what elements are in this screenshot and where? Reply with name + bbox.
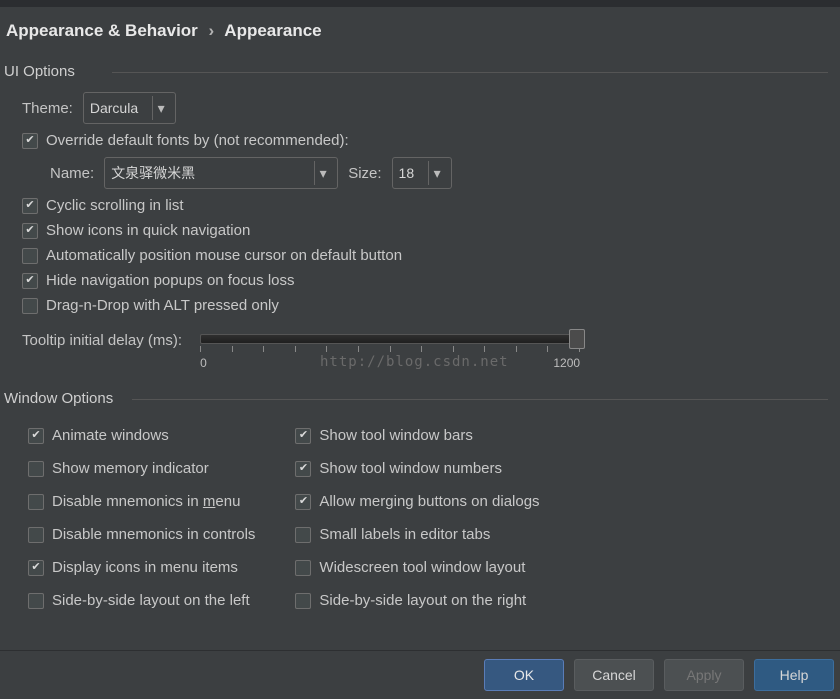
widescreen-layout-checkbox[interactable]: Widescreen tool window layout (295, 559, 539, 576)
side-by-side-right-checkbox[interactable]: Side-by-side layout on the right (295, 592, 539, 609)
cyclic-scrolling-checkbox[interactable]: Cyclic scrolling in list (22, 197, 838, 214)
animate-windows-checkbox[interactable]: Animate windows (28, 427, 255, 444)
breadcrumb-parent: Appearance & Behavior (6, 21, 198, 40)
slider-max: 1200 (553, 356, 580, 370)
checkbox-icon (22, 133, 38, 149)
font-name-select[interactable]: 文泉驿微米黑 ▾ (104, 157, 338, 189)
checkbox-icon (295, 428, 311, 444)
checkbox-icon (28, 593, 44, 609)
checkbox-icon (22, 273, 38, 289)
small-labels-editor-tabs-checkbox[interactable]: Small labels in editor tabs (295, 526, 539, 543)
dialog-footer: OK Cancel Apply Help (0, 650, 840, 699)
hide-nav-popups-label: Hide navigation popups on focus loss (46, 272, 295, 289)
show-memory-indicator-checkbox[interactable]: Show memory indicator (28, 460, 255, 477)
ok-button[interactable]: OK (484, 659, 564, 691)
cancel-button[interactable]: Cancel (574, 659, 654, 691)
display-icons-menu-label: Display icons in menu items (52, 559, 238, 576)
checkbox-icon (28, 461, 44, 477)
theme-label: Theme: (22, 100, 73, 117)
override-fonts-checkbox[interactable]: Override default fonts by (not recommend… (22, 132, 838, 149)
slider-thumb[interactable] (569, 329, 585, 349)
checkbox-icon (295, 560, 311, 576)
show-tool-window-numbers-label: Show tool window numbers (319, 460, 502, 477)
allow-merging-buttons-label: Allow merging buttons on dialogs (319, 493, 539, 510)
checkbox-icon (28, 560, 44, 576)
disable-mnemonics-menu-label: Disable mnemonics in menu (52, 493, 240, 510)
widescreen-layout-label: Widescreen tool window layout (319, 559, 525, 576)
font-size-value: 18 (399, 165, 415, 181)
show-tool-window-bars-checkbox[interactable]: Show tool window bars (295, 427, 539, 444)
checkbox-icon (22, 298, 38, 314)
breadcrumb-sep: › (203, 21, 221, 40)
checkbox-icon (22, 248, 38, 264)
chevron-down-icon: ▾ (152, 96, 169, 120)
checkbox-icon (295, 461, 311, 477)
auto-position-cursor-label: Automatically position mouse cursor on d… (46, 247, 402, 264)
override-fonts-label: Override default fonts by (not recommend… (46, 132, 349, 149)
cyclic-scrolling-label: Cyclic scrolling in list (46, 197, 184, 214)
small-labels-editor-tabs-label: Small labels in editor tabs (319, 526, 490, 543)
help-button[interactable]: Help (754, 659, 834, 691)
show-tool-window-bars-label: Show tool window bars (319, 427, 472, 444)
animate-windows-label: Animate windows (52, 427, 169, 444)
disable-mnemonics-controls-checkbox[interactable]: Disable mnemonics in controls (28, 526, 255, 543)
breadcrumb-current: Appearance (224, 21, 321, 40)
checkbox-icon (28, 428, 44, 444)
auto-position-cursor-checkbox[interactable]: Automatically position mouse cursor on d… (22, 247, 838, 264)
tooltip-delay-label: Tooltip initial delay (ms): (22, 332, 182, 349)
checkbox-icon (28, 527, 44, 543)
font-name-label: Name: (50, 165, 94, 182)
checkbox-icon (295, 593, 311, 609)
font-size-label: Size: (348, 165, 381, 182)
show-memory-indicator-label: Show memory indicator (52, 460, 209, 477)
hide-nav-popups-checkbox[interactable]: Hide navigation popups on focus loss (22, 272, 838, 289)
checkbox-icon (22, 198, 38, 214)
chevron-down-icon: ▾ (314, 161, 331, 185)
font-size-select[interactable]: 18 ▾ (392, 157, 453, 189)
display-icons-menu-checkbox[interactable]: Display icons in menu items (28, 559, 255, 576)
section-ui-options: UI Options (2, 63, 838, 86)
drag-alt-checkbox[interactable]: Drag-n-Drop with ALT pressed only (22, 297, 838, 314)
apply-button[interactable]: Apply (664, 659, 744, 691)
disable-mnemonics-menu-checkbox[interactable]: Disable mnemonics in menu (28, 493, 255, 510)
checkbox-icon (22, 223, 38, 239)
checkbox-icon (295, 494, 311, 510)
checkbox-icon (28, 494, 44, 510)
slider-min: 0 (200, 356, 207, 370)
tooltip-delay-slider[interactable] (200, 334, 580, 344)
disable-mnemonics-controls-label: Disable mnemonics in controls (52, 526, 255, 543)
drag-alt-label: Drag-n-Drop with ALT pressed only (46, 297, 279, 314)
font-name-value: 文泉驿微米黑 (111, 163, 195, 183)
theme-value: Darcula (90, 100, 138, 116)
side-by-side-right-label: Side-by-side layout on the right (319, 592, 526, 609)
breadcrumb: Appearance & Behavior › Appearance (0, 7, 840, 57)
side-by-side-left-checkbox[interactable]: Side-by-side layout on the left (28, 592, 255, 609)
allow-merging-buttons-checkbox[interactable]: Allow merging buttons on dialogs (295, 493, 539, 510)
section-window-options: Window Options (2, 390, 838, 413)
show-tool-window-numbers-checkbox[interactable]: Show tool window numbers (295, 460, 539, 477)
side-by-side-left-label: Side-by-side layout on the left (52, 592, 250, 609)
theme-select[interactable]: Darcula ▾ (83, 92, 176, 124)
checkbox-icon (295, 527, 311, 543)
show-icons-quicknav-checkbox[interactable]: Show icons in quick navigation (22, 222, 838, 239)
chevron-down-icon: ▾ (428, 161, 445, 185)
show-icons-quicknav-label: Show icons in quick navigation (46, 222, 250, 239)
